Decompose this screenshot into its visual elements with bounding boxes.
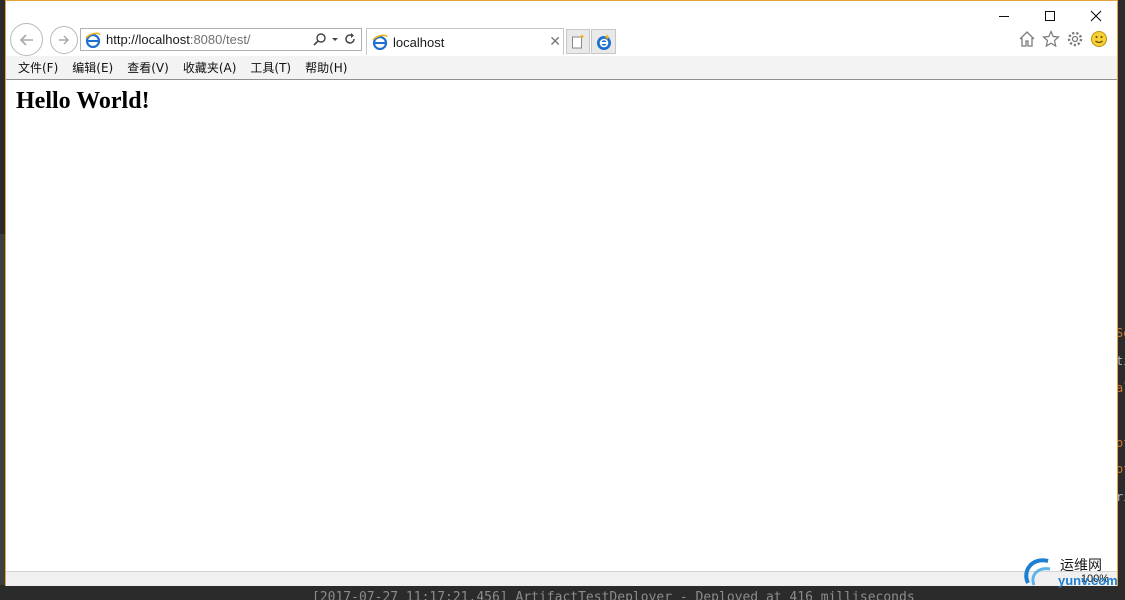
new-tab-icon	[572, 33, 585, 48]
new-tab-button[interactable]	[566, 29, 590, 54]
minimize-button[interactable]	[981, 1, 1027, 31]
menu-edit[interactable]: 编辑(E)	[65, 59, 120, 76]
menu-favorites[interactable]: 收藏夹(A)	[176, 59, 244, 76]
edge-button[interactable]	[591, 29, 616, 54]
address-tools	[313, 32, 357, 46]
watermark-logo: 运维网 yunv.com	[1020, 553, 1118, 593]
forward-button[interactable]	[50, 26, 78, 54]
ie-logo-icon	[372, 34, 388, 50]
tab-localhost[interactable]: localhost ✕	[366, 28, 564, 55]
ie-logo-icon	[85, 32, 101, 48]
search-icon[interactable]	[313, 32, 327, 46]
page-content: Hello World!	[6, 80, 1117, 571]
maximize-button[interactable]	[1027, 1, 1073, 31]
minimize-icon	[999, 16, 1009, 17]
chevron-down-icon[interactable]	[331, 32, 339, 46]
close-icon	[1090, 10, 1102, 22]
watermark-swirl-icon	[1024, 558, 1051, 586]
forward-arrow-icon	[59, 35, 69, 45]
feedback-smiley-icon[interactable]	[1090, 29, 1108, 49]
address-url[interactable]: http://localhost:8080/test/	[106, 32, 251, 47]
title-bar: http://localhost:8080/test/ localhost ✕	[6, 1, 1117, 56]
menu-file[interactable]: 文件(F)	[11, 59, 65, 76]
ide-right-panel	[1117, 234, 1125, 600]
home-icon[interactable]	[1018, 29, 1036, 49]
close-tab-icon[interactable]: ✕	[549, 34, 561, 50]
page-heading: Hello World!	[16, 88, 150, 114]
maximize-icon	[1045, 11, 1055, 21]
watermark-text: 运维网	[1060, 558, 1102, 574]
favorites-star-icon[interactable]	[1042, 29, 1060, 49]
menu-help[interactable]: 帮助(H)	[298, 59, 354, 76]
tab-label: localhost	[393, 34, 445, 50]
edge-logo-icon	[596, 33, 611, 50]
gear-icon[interactable]	[1066, 29, 1084, 49]
close-window-button[interactable]	[1073, 1, 1119, 31]
browser-window: http://localhost:8080/test/ localhost ✕	[5, 0, 1118, 586]
ide-console-line: [2017-07-27 11:17:21.456] ArtifactTestDe…	[312, 590, 915, 600]
menu-view[interactable]: 查看(V)	[120, 59, 176, 76]
watermark-domain: yunv.com	[1058, 573, 1118, 588]
back-button[interactable]	[10, 23, 43, 56]
menu-tools[interactable]: 工具(T)	[243, 59, 298, 76]
refresh-icon[interactable]	[343, 32, 357, 46]
status-bar	[6, 571, 1117, 586]
menu-bar: 文件(F) 编辑(E) 查看(V) 收藏夹(A) 工具(T) 帮助(H)	[6, 56, 1117, 80]
browser-tools	[1018, 29, 1108, 49]
address-bar[interactable]: http://localhost:8080/test/	[80, 28, 362, 51]
back-arrow-icon	[19, 33, 33, 46]
